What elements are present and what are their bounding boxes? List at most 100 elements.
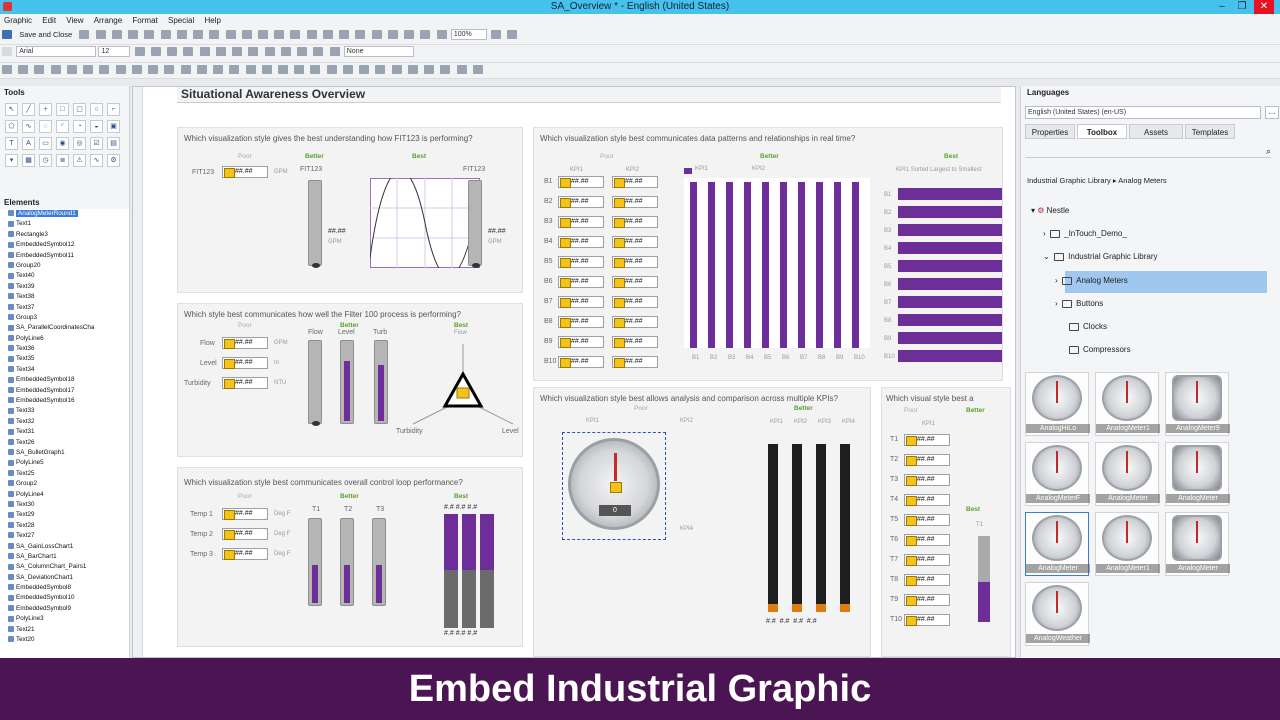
italic-icon[interactable] — [150, 47, 161, 56]
element-row[interactable]: Text27 — [8, 531, 129, 541]
element-row[interactable]: Text26 — [8, 438, 129, 448]
element-row[interactable]: PolyLine3 — [8, 614, 129, 624]
language-more-button[interactable]: … — [1265, 106, 1279, 119]
status-tool[interactable]: ◉ — [56, 137, 69, 150]
sorted-bar[interactable] — [898, 260, 1002, 272]
zoom-select[interactable]: 100% — [450, 29, 487, 40]
listbox-tool[interactable]: ≣ — [56, 154, 69, 167]
element-row[interactable]: Group20 — [8, 261, 129, 271]
pointer-icon[interactable] — [241, 30, 252, 39]
font-size-select[interactable]: 12 — [98, 46, 131, 57]
close-button[interactable]: ✕ — [1254, 0, 1274, 14]
line-tool[interactable]: ╱ — [22, 103, 35, 116]
kpi2-field[interactable]: ##.## — [612, 316, 658, 328]
tree-clocks[interactable]: Clocks — [1069, 322, 1107, 331]
kpi1-field[interactable]: ##.## — [558, 276, 604, 288]
turbidity-field[interactable]: ##.## — [222, 377, 268, 389]
sorted-bar[interactable] — [898, 224, 1002, 236]
flow-bar[interactable] — [308, 340, 322, 426]
arrange-icon-4[interactable] — [50, 65, 61, 74]
align-icon[interactable] — [290, 30, 301, 39]
fill-color-icon[interactable] — [248, 47, 259, 56]
arrange-icon-11[interactable] — [164, 65, 175, 74]
arrow-style-icon[interactable] — [313, 47, 324, 56]
arrange-icon-13[interactable] — [196, 65, 207, 74]
kpi1-column[interactable] — [726, 182, 733, 348]
element-row[interactable]: Text37 — [8, 303, 129, 313]
element-row[interactable]: Text31 — [8, 427, 129, 437]
arrange-icon-25[interactable] — [391, 65, 402, 74]
arrange-icon-2[interactable] — [18, 65, 29, 74]
pie-tool[interactable]: ◔ — [73, 120, 86, 133]
pan-hand-icon[interactable] — [491, 30, 502, 39]
element-row[interactable]: EmbeddedSymbol8 — [8, 583, 129, 593]
kpi1-column[interactable] — [708, 182, 715, 348]
format-painter-icon[interactable] — [225, 30, 236, 39]
symbol-thumbnail[interactable]: AnalogMeter9 — [1165, 372, 1230, 436]
kpi1-column[interactable] — [816, 182, 823, 348]
element-row[interactable]: EmbeddedSymbol10 — [8, 593, 129, 603]
element-row[interactable]: SA_ColumnChart_Pairs1 — [8, 562, 129, 572]
group-icon[interactable] — [306, 30, 317, 39]
element-row[interactable]: EmbeddedSymbol16 — [8, 396, 129, 406]
element-row[interactable]: Group3 — [8, 313, 129, 323]
element-row[interactable]: SA_BulletGraph1 — [8, 448, 129, 458]
element-row[interactable]: EmbeddedSymbol18 — [8, 375, 129, 385]
language-select[interactable]: English (United States) (en-US) — [1025, 106, 1261, 119]
kpi1-column[interactable] — [834, 182, 841, 348]
element-row[interactable]: Text38 — [8, 292, 129, 302]
zoom-window-icon[interactable] — [436, 30, 447, 39]
menu-help[interactable]: Help — [200, 14, 224, 28]
checkbox-tool[interactable]: ☑ — [90, 137, 103, 150]
panel-patterns[interactable]: Which visualization style best communica… — [533, 127, 1003, 381]
zoom-out-icon[interactable] — [404, 30, 415, 39]
kpi2-column[interactable] — [770, 182, 777, 348]
arrange-icon-30[interactable] — [472, 65, 483, 74]
symbol-thumbnail[interactable]: AnalogMeter1 — [1095, 512, 1160, 576]
sorted-bar[interactable] — [898, 350, 1002, 362]
kpi2-column[interactable] — [716, 182, 723, 348]
element-row[interactable]: Text30 — [8, 500, 129, 510]
element-row[interactable]: SA_ParallelCoordinatesCha — [8, 323, 129, 333]
element-row[interactable]: EmbeddedSymbol12 — [8, 240, 129, 250]
tree-nestle[interactable]: ▾ ⚙ Nestle — [1031, 206, 1069, 215]
kpi1-column[interactable] — [852, 182, 859, 348]
kpi3-column[interactable] — [816, 444, 826, 612]
symbol-thumbnail[interactable]: AnalogMeter — [1025, 512, 1090, 576]
column-pairs-chart[interactable]: B1 B2 B3 B4 B5 B6 B7 B8 B9 B10 — [684, 178, 870, 362]
element-row[interactable]: Text1 — [8, 219, 129, 229]
kpi1-column[interactable] — [780, 182, 787, 348]
kpi1-column[interactable] — [744, 182, 751, 348]
bullet-bar-2[interactable] — [462, 514, 476, 628]
t-field[interactable]: ##.## — [904, 594, 950, 606]
font-select[interactable]: Arial — [16, 46, 97, 57]
filter-triangle[interactable] — [408, 344, 518, 434]
arrange-icon-14[interactable] — [213, 65, 224, 74]
kpi2-column[interactable] — [824, 182, 831, 348]
sorted-bar[interactable] — [898, 314, 1002, 326]
t-field[interactable]: ##.## — [904, 494, 950, 506]
arc-tool[interactable]: ◜ — [56, 120, 69, 133]
sorted-bar[interactable] — [898, 332, 1002, 344]
kpi2-column[interactable] — [698, 182, 705, 348]
panel-partial[interactable]: Which visual style best a Poor Better KP… — [881, 387, 1011, 657]
t-field[interactable]: ##.## — [904, 434, 950, 446]
arrange-icon-17[interactable] — [261, 65, 272, 74]
arrange-icon-10[interactable] — [148, 65, 159, 74]
t1-bar[interactable] — [308, 518, 322, 606]
element-row[interactable]: Rectangle3 — [8, 230, 129, 240]
polygon-tool[interactable]: ⬠ — [5, 120, 18, 133]
bold-icon[interactable] — [134, 47, 145, 56]
arrange-icon-16[interactable] — [245, 65, 256, 74]
element-row[interactable]: SA_DeviationChart1 — [8, 573, 129, 583]
client-control-tool[interactable]: ⚙ — [107, 154, 120, 167]
move-icon[interactable] — [274, 30, 285, 39]
kpi1-field[interactable]: ##.## — [558, 316, 604, 328]
element-row[interactable]: Text28 — [8, 521, 129, 531]
element-row[interactable]: Text29 — [8, 510, 129, 520]
panel-control-loop[interactable]: Which visualization style best communica… — [177, 467, 523, 647]
trend-tool[interactable]: ∿ — [90, 154, 103, 167]
element-row[interactable]: Text34 — [8, 365, 129, 375]
alarm-tool[interactable]: ⚠ — [73, 154, 86, 167]
sorted-bar[interactable] — [898, 188, 1002, 200]
